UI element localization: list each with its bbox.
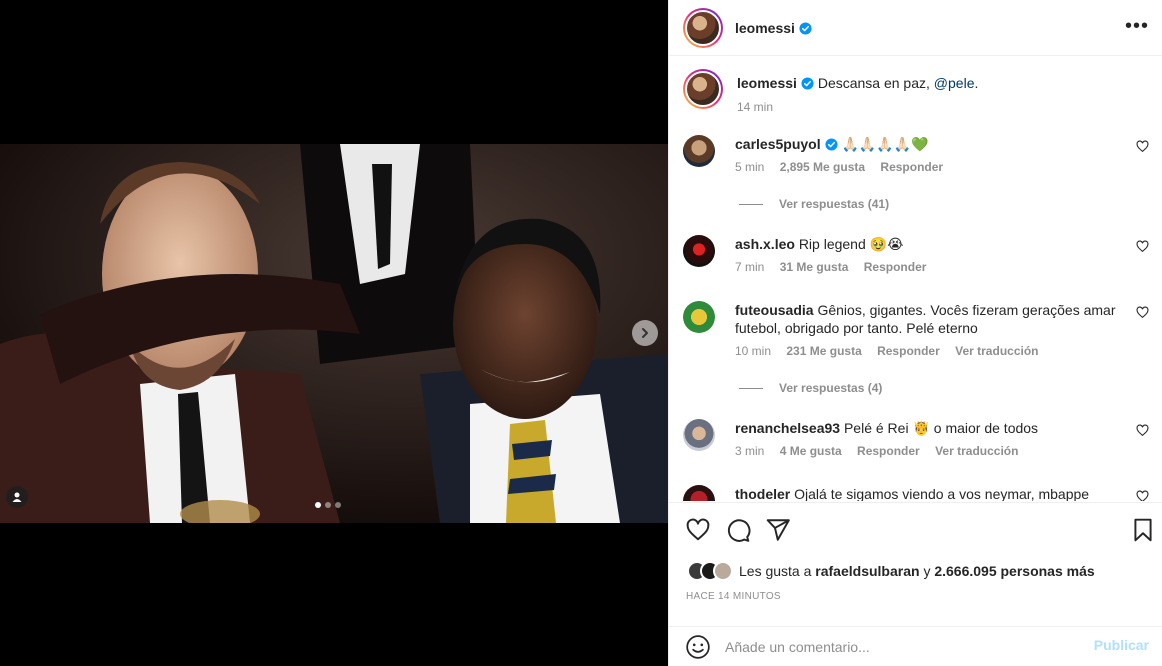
comment-time[interactable]: 7 min bbox=[735, 260, 764, 274]
comment-text: Rip legend 🥹😭 bbox=[798, 236, 904, 252]
comment-translate-button[interactable]: Ver traducción bbox=[935, 444, 1018, 458]
comment-username[interactable]: renanchelsea93 bbox=[735, 420, 840, 436]
post-header: leomessi ••• bbox=[669, 0, 1162, 56]
comment-item: thodeler Ojalá te sigamos viendo a vos n… bbox=[683, 485, 1149, 501]
post-details-panel: leomessi ••• leomessi Descansa en paz, @… bbox=[668, 0, 1162, 666]
likes-summary: Les gusta a rafaeldsulbaran y 2.666.095 … bbox=[687, 561, 1095, 581]
like-heart-icon[interactable] bbox=[685, 517, 711, 543]
comment-avatar[interactable] bbox=[683, 135, 715, 167]
tagged-users-button[interactable] bbox=[6, 486, 28, 508]
comment-avatar[interactable] bbox=[683, 235, 715, 267]
comment-reply-button[interactable]: Responder bbox=[880, 160, 943, 174]
replies-line bbox=[739, 387, 763, 389]
comment-time[interactable]: 5 min bbox=[735, 160, 764, 174]
comment-translate-button[interactable]: Ver traducción bbox=[955, 344, 1038, 358]
view-replies-label: Ver respuestas (41) bbox=[779, 197, 890, 211]
publish-button[interactable]: Publicar bbox=[1094, 637, 1149, 653]
add-comment-bar: Publicar bbox=[669, 626, 1162, 666]
comment-likes[interactable]: 4 Me gusta bbox=[780, 444, 842, 458]
likes-others-link[interactable]: 2.666.095 personas más bbox=[934, 563, 1094, 579]
caption-username[interactable]: leomessi bbox=[737, 75, 797, 91]
emoji-smiley-icon[interactable] bbox=[685, 634, 711, 660]
comment-likes[interactable]: 231 Me gusta bbox=[786, 344, 861, 358]
author-avatar[interactable] bbox=[683, 7, 723, 48]
comment-username[interactable]: carles5puyol bbox=[735, 136, 821, 152]
comment-username[interactable]: thodeler bbox=[735, 486, 790, 501]
comment-item: renanchelsea93 Pelé é Rei 🤴 o maior de t… bbox=[683, 419, 1149, 458]
comments-list[interactable]: leomessi Descansa en paz, @pele. 14 min … bbox=[669, 57, 1162, 501]
like-comment-heart-icon[interactable] bbox=[1136, 490, 1149, 501]
caption-avatar[interactable] bbox=[683, 69, 723, 109]
caption-mention-link[interactable]: @pele bbox=[934, 75, 975, 91]
comment-avatar[interactable] bbox=[683, 485, 715, 501]
more-options-button[interactable]: ••• bbox=[1125, 16, 1149, 36]
comment-reply-button[interactable]: Responder bbox=[857, 444, 920, 458]
comment-likes[interactable]: 31 Me gusta bbox=[780, 260, 849, 274]
post-timestamp[interactable]: HACE 14 MINUTOS bbox=[686, 591, 781, 602]
comment-username[interactable]: ash.x.leo bbox=[735, 236, 795, 252]
comment-input[interactable] bbox=[725, 638, 1085, 655]
replies-line bbox=[739, 203, 763, 205]
comment-time[interactable]: 3 min bbox=[735, 444, 764, 458]
media-viewer bbox=[0, 0, 668, 666]
author-username[interactable]: leomessi bbox=[735, 20, 795, 36]
liker-username[interactable]: rafaeldsulbaran bbox=[815, 563, 919, 579]
comment-reply-button[interactable]: Responder bbox=[864, 260, 927, 274]
verified-badge-icon bbox=[825, 138, 838, 151]
carousel-dot bbox=[325, 502, 331, 508]
comment-text: Ojalá te sigamos viendo a vos neymar, mb… bbox=[794, 486, 1090, 501]
save-bookmark-icon[interactable] bbox=[1130, 517, 1156, 543]
likers-avatars[interactable] bbox=[687, 561, 733, 581]
post-caption: leomessi Descansa en paz, @pele. 14 min bbox=[683, 69, 978, 114]
comment-item: futeousadia Gênios, gigantes. Vocês fize… bbox=[683, 301, 1149, 358]
comment-text: 🙏🏻🙏🏻🙏🏻🙏🏻💚 bbox=[841, 136, 929, 152]
comment-item: ash.x.leo Rip legend 🥹😭 7 min 31 Me gust… bbox=[683, 235, 1149, 274]
user-icon bbox=[12, 492, 22, 502]
likes-prefix: Les gusta a bbox=[739, 563, 812, 579]
chevron-right-icon bbox=[642, 328, 648, 338]
next-slide-button[interactable] bbox=[632, 320, 658, 346]
verified-badge-icon bbox=[801, 77, 814, 90]
comment-time[interactable]: 10 min bbox=[735, 344, 771, 358]
comment-item: carles5puyol 🙏🏻🙏🏻🙏🏻🙏🏻💚 5 min 2,895 Me gu… bbox=[683, 135, 1149, 174]
like-comment-heart-icon[interactable] bbox=[1136, 240, 1149, 253]
caption-end: . bbox=[974, 75, 979, 91]
comment-avatar[interactable] bbox=[683, 301, 715, 333]
comment-bubble-icon[interactable] bbox=[725, 517, 751, 543]
comment-reply-button[interactable]: Responder bbox=[877, 344, 940, 358]
post-photo[interactable] bbox=[0, 144, 668, 523]
caption-text: Descansa en paz, bbox=[817, 75, 930, 91]
like-comment-heart-icon[interactable] bbox=[1136, 306, 1149, 319]
comment-likes[interactable]: 2,895 Me gusta bbox=[780, 160, 865, 174]
comment-avatar[interactable] bbox=[683, 419, 715, 451]
view-replies-button[interactable]: Ver respuestas (4) bbox=[739, 381, 882, 395]
carousel-dot-active bbox=[315, 502, 321, 508]
view-replies-label: Ver respuestas (4) bbox=[779, 381, 883, 395]
verified-badge-icon bbox=[799, 21, 812, 35]
share-paper-plane-icon[interactable] bbox=[765, 517, 791, 543]
like-comment-heart-icon[interactable] bbox=[1136, 424, 1149, 437]
comment-username[interactable]: futeousadia bbox=[735, 302, 814, 318]
comment-text: Pelé é Rei 🤴 o maior de todos bbox=[843, 420, 1039, 436]
carousel-indicator bbox=[315, 502, 341, 508]
view-replies-button[interactable]: Ver respuestas (41) bbox=[739, 197, 889, 211]
liker-avatar bbox=[713, 561, 733, 581]
likes-connector: y bbox=[923, 563, 931, 579]
carousel-dot bbox=[335, 502, 341, 508]
like-comment-heart-icon[interactable] bbox=[1136, 140, 1149, 153]
caption-time[interactable]: 14 min bbox=[737, 100, 773, 114]
